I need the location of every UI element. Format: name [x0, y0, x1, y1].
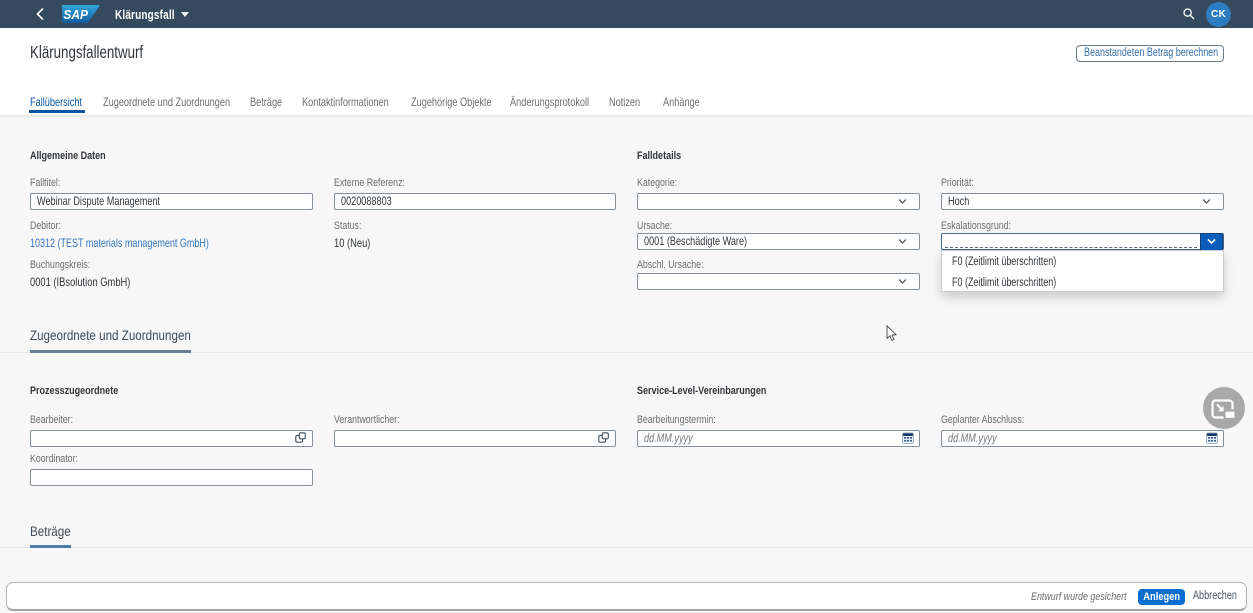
- svg-text:SAP: SAP: [63, 8, 88, 23]
